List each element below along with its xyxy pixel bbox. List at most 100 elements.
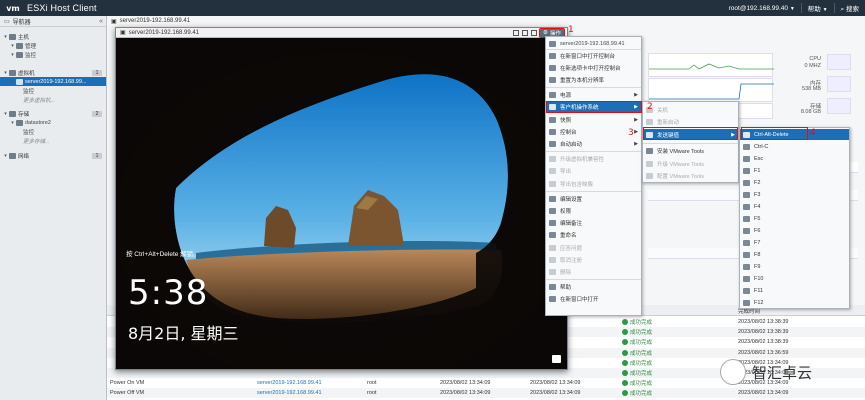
cell-target[interactable]: server2019-192.168.99.41: [257, 380, 322, 386]
expand-toggle-icon[interactable]: ▾: [2, 153, 9, 159]
storage-value: 8.08 GB: [800, 109, 821, 115]
chevron-down-icon: ▼: [822, 7, 828, 13]
chevron-down-icon: ▼: [789, 5, 795, 12]
node-icon: [16, 42, 23, 49]
fullscreen-icon[interactable]: [531, 29, 538, 36]
actions-menu-item[interactable]: 编辑设置: [546, 193, 641, 204]
sidebar-item[interactable]: 监控: [0, 127, 106, 136]
send-key-item[interactable]: Ctrl-C: [740, 141, 849, 152]
send-key-item[interactable]: F3: [740, 189, 849, 200]
send-key-item[interactable]: F2: [740, 177, 849, 188]
search-button[interactable]: ⌕ 搜索: [841, 3, 859, 14]
step-number-4: 4: [810, 128, 816, 138]
send-key-item[interactable]: F12: [740, 297, 849, 308]
expand-toggle-icon[interactable]: ▾: [9, 52, 16, 58]
menu-item-icon: [549, 268, 556, 275]
expand-toggle-icon[interactable]: ▾: [2, 111, 9, 117]
sidebar-item[interactable]: ▾ 存储 2: [0, 109, 106, 118]
menu-separator: [546, 279, 641, 281]
send-key-item[interactable]: F4: [740, 201, 849, 212]
send-key-item[interactable]: F9: [740, 261, 849, 272]
send-key-item[interactable]: F7: [740, 237, 849, 248]
actions-menu-item[interactable]: 快照 ▶: [546, 114, 641, 125]
app-title: ESXi Host Client: [27, 3, 97, 13]
actions-menu-item[interactable]: 权限: [546, 205, 641, 216]
node-icon: [16, 119, 23, 126]
navigator-panel: ▭ 导航器 « ▾ 主机 ▾ 管理 ▾ 监控 ▾ 虚拟机 1 ▾ server2019-192.16…: [0, 16, 107, 400]
expand-toggle-icon[interactable]: ▾: [2, 70, 9, 76]
actions-menu-item: 应答问题: [546, 242, 641, 253]
restore-icon[interactable]: [522, 29, 529, 36]
actions-menu-item[interactable]: 帮助: [546, 282, 641, 293]
keyboard-icon: [743, 263, 750, 270]
actions-menu-item[interactable]: 重置为本机分辨率: [546, 74, 641, 85]
node-icon: [9, 33, 16, 40]
actions-menu-item[interactable]: 在新选项卡中打开控制台: [546, 62, 641, 73]
menu-item-icon: [549, 168, 556, 175]
guest-os-menu-item[interactable]: 安装 VMware Tools: [643, 146, 738, 157]
sidebar-item[interactable]: ▾ 虚拟机 1: [0, 68, 106, 77]
actions-menu-item[interactable]: 编辑备注: [546, 218, 641, 229]
user-menu[interactable]: root@192.168.99.40 ▼: [729, 5, 795, 12]
vm-console-window[interactable]: ▣ server2019-192.168.99.41 ⚙ 操作 按 Ctrl+A…: [115, 27, 568, 370]
sidebar-item[interactable]: 更多存储...: [0, 136, 106, 145]
menu-item-icon: [549, 156, 556, 163]
send-key-item[interactable]: F10: [740, 273, 849, 284]
keyboard-icon: [743, 215, 750, 222]
send-key-item[interactable]: F11: [740, 285, 849, 296]
cpu-sparkline: [649, 63, 774, 70]
actions-menu-item[interactable]: 在新窗口中打开: [546, 294, 641, 305]
actions-menu-item[interactable]: 控制台 ▶: [546, 126, 641, 137]
step-number-3: 3: [628, 128, 634, 138]
send-key-item[interactable]: F5: [740, 213, 849, 224]
minimize-icon[interactable]: [513, 29, 520, 36]
chevron-right-icon: ▶: [634, 128, 638, 135]
help-menu[interactable]: 帮助 ▼: [808, 3, 828, 13]
highlight-send-keys: [643, 127, 738, 140]
node-icon: [16, 51, 23, 58]
send-key-item[interactable]: F8: [740, 249, 849, 260]
lock-screen-time: 5:38: [128, 273, 209, 313]
actions-menu-item: 导出: [546, 166, 641, 177]
success-icon: [622, 339, 628, 346]
search-icon: ⌕: [840, 5, 845, 13]
vmware-logo: vm: [6, 3, 20, 13]
expand-toggle-icon[interactable]: ▾: [9, 120, 16, 126]
cell-target[interactable]: server2019-192.168.99.41: [257, 390, 322, 396]
sidebar-item[interactable]: ▾ datastore2: [0, 118, 106, 127]
actions-menu-item[interactable]: 电源 ▶: [546, 90, 641, 101]
menu-item-icon: [549, 220, 556, 227]
sidebar-item[interactable]: ▾ 监控: [0, 50, 106, 59]
expand-toggle-icon[interactable]: ▾: [9, 43, 16, 49]
vm-icon: ▣: [111, 18, 117, 25]
sidebar-item[interactable]: 监控: [0, 86, 106, 95]
watermark-text: 智汇卓云: [752, 363, 813, 382]
sidebar-item[interactable]: 更多虚拟机...: [0, 95, 106, 104]
navigator-header: ▭ 导航器 «: [0, 16, 106, 27]
sidebar-item-label: datastore2: [25, 119, 51, 126]
sidebar-item[interactable]: ▾ 主机: [0, 32, 106, 41]
actions-menu-item[interactable]: 自动启动 ▶: [546, 138, 641, 149]
windows-lock-screen[interactable]: 按 Ctrl+Alt+Delete 解锁。 5:38 8月2日, 星期三: [116, 38, 567, 369]
cell-completed: 2023/08/02 13:38:39: [738, 329, 789, 336]
storage-gauge: [827, 98, 851, 114]
navigator-title: 导航器: [12, 19, 31, 26]
watermark: 智汇卓云: [720, 352, 865, 392]
cell-result: 成功完成: [622, 369, 652, 377]
sidebar-item[interactable]: ▾ server2019-192.168.99...: [0, 77, 106, 86]
expand-toggle-icon[interactable]: ▾: [9, 79, 16, 85]
unlock-hint: 按 Ctrl+Alt+Delete 解锁。: [126, 251, 200, 258]
send-key-item[interactable]: F6: [740, 225, 849, 236]
sidebar-item[interactable]: ▾ 网络 1: [0, 151, 106, 160]
success-icon: [622, 390, 628, 397]
sidebar-item[interactable]: ▾ 管理: [0, 41, 106, 50]
actions-menu-item[interactable]: 重命名: [546, 230, 641, 241]
menu-item-icon: [549, 296, 556, 303]
actions-menu-item[interactable]: 在新窗口中打开控制台: [546, 50, 641, 61]
send-key-item[interactable]: F1: [740, 165, 849, 176]
expand-toggle-icon[interactable]: ▾: [2, 34, 9, 40]
menu-item-icon: [549, 195, 556, 202]
send-keys-submenu: Ctrl-Alt-Delete Ctrl-C Esc F1 F2 F3 F4 F5 F6 F7 F8…: [739, 127, 850, 309]
send-key-item[interactable]: Esc: [740, 153, 849, 164]
collapse-icon[interactable]: «: [99, 18, 103, 25]
